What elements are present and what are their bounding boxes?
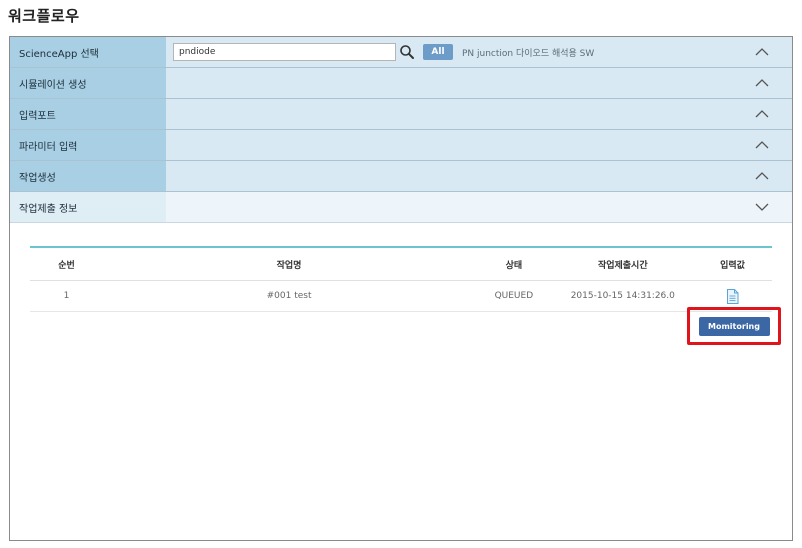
accordion-body-scienceapp: All PN junction 다이오드 해석용 SW [166, 37, 792, 67]
scienceapp-search-input[interactable] [173, 43, 396, 61]
accordion-body-input-port [166, 99, 792, 129]
accordion-label-job-submit-info[interactable]: 작업제출 정보 [10, 192, 166, 222]
header-input: 입력값 [693, 247, 772, 281]
monitoring-button[interactable]: Momitoring [698, 316, 770, 336]
accordion-label-simulation[interactable]: 시뮬레이션 생성 [10, 68, 166, 98]
all-button[interactable]: All [423, 44, 453, 60]
accordion-row-job-create: 작업생성 [10, 161, 792, 192]
monitoring-highlight-box: Momitoring [687, 307, 781, 345]
header-no: 순번 [30, 247, 103, 281]
accordion-label-parameter[interactable]: 파라미터 입력 [10, 130, 166, 160]
accordion-label-job-create[interactable]: 작업생성 [10, 161, 166, 191]
job-submit-content: 순번 작업명 상태 작업제출시간 입력값 1 #001 test QUEUED … [30, 246, 772, 312]
cell-no: 1 [30, 280, 103, 312]
document-icon[interactable] [726, 288, 739, 304]
chevron-up-icon[interactable] [754, 106, 770, 122]
chevron-up-icon[interactable] [754, 137, 770, 153]
accordion-body-parameter [166, 130, 792, 160]
accordion-row-scienceapp: ScienceApp 선택 All PN junction 다이오드 해석용 S… [10, 37, 792, 68]
chevron-up-icon[interactable] [754, 168, 770, 184]
chevron-up-icon[interactable] [754, 75, 770, 91]
accordion-label-scienceapp[interactable]: ScienceApp 선택 [10, 37, 166, 67]
accordion-body-job-create [166, 161, 792, 191]
accordion-row-job-submit-info: 작업제출 정보 [10, 192, 792, 223]
table-header-row: 순번 작업명 상태 작업제출시간 입력값 [30, 247, 772, 281]
chevron-up-icon[interactable] [754, 44, 770, 60]
table-row[interactable]: 1 #001 test QUEUED 2015-10-15 14:31:26.0 [30, 280, 772, 312]
accordion-body-simulation [166, 68, 792, 98]
cell-status: QUEUED [475, 280, 553, 312]
header-status: 상태 [475, 247, 553, 281]
header-submit-time: 작업제출시간 [552, 247, 694, 281]
workflow-page: 워크플로우 ScienceApp 선택 All PN junction 다이오드… [0, 0, 802, 548]
cell-name: #001 test [102, 280, 476, 312]
app-description: PN junction 다이오드 해석용 SW [462, 48, 595, 59]
accordion-label-input-port[interactable]: 입력포트 [10, 99, 166, 129]
jobs-table: 순번 작업명 상태 작업제출시간 입력값 1 #001 test QUEUED … [30, 246, 772, 312]
accordion-row-parameter: 파라미터 입력 [10, 130, 792, 161]
page-title: 워크플로우 [8, 7, 80, 25]
chevron-down-icon[interactable] [754, 199, 770, 215]
accordion-body-job-submit-info [166, 192, 792, 222]
search-icon[interactable] [398, 43, 416, 61]
accordion-row-input-port: 입력포트 [10, 99, 792, 130]
header-name: 작업명 [102, 247, 476, 281]
workflow-panel: ScienceApp 선택 All PN junction 다이오드 해석용 S… [9, 36, 793, 541]
cell-submit-time: 2015-10-15 14:31:26.0 [552, 280, 694, 312]
accordion-row-simulation: 시뮬레이션 생성 [10, 68, 792, 99]
